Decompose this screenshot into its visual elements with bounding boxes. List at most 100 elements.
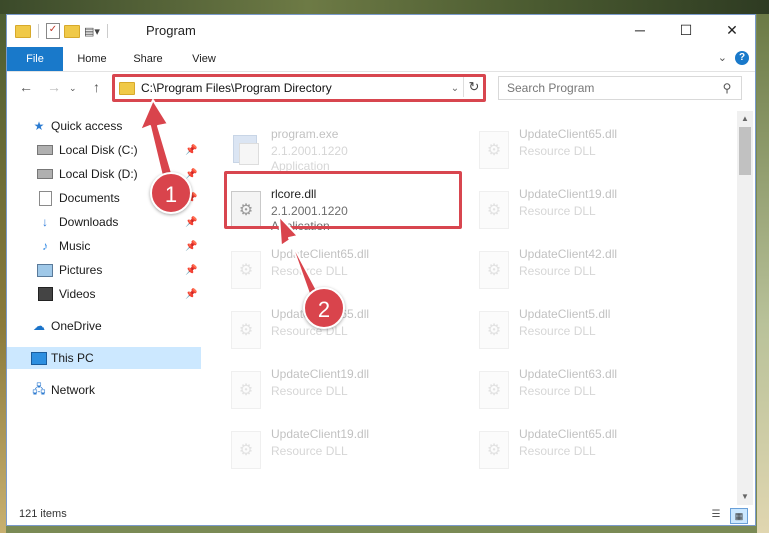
tab-home[interactable]: Home <box>67 47 117 71</box>
computer-icon <box>31 351 47 365</box>
sidebar-item-label: Music <box>59 239 91 253</box>
dll-icon: ⚙ <box>479 251 513 291</box>
file-description: Resource DLL <box>271 264 348 278</box>
sidebar-item-label: Documents <box>59 191 120 205</box>
desktop-background-right <box>757 14 769 533</box>
file-description: Resource DLL <box>271 384 348 398</box>
sidebar-item-label: Quick access <box>51 119 123 133</box>
cloud-icon: ☁ <box>33 319 45 333</box>
dll-icon: ⚙ <box>479 131 513 171</box>
file-description: Resource DLL <box>519 144 596 158</box>
minimize-button[interactable]: ─ <box>617 15 663 45</box>
sidebar-item-label: Pictures <box>59 263 103 277</box>
network-icon: 🖧 <box>32 381 46 396</box>
dll-icon: ⚙ <box>479 191 513 231</box>
music-icon: ♪ <box>42 239 48 253</box>
dll-icon: ⚙ <box>479 311 513 351</box>
sidebar-item-local-disk-c[interactable]: Local Disk (C:) 📌 <box>7 139 201 161</box>
navigation-pane: ★ Quick access Local Disk (C:) 📌 Local D… <box>7 111 201 503</box>
file-version: 2.1.2001.1220 <box>271 144 348 158</box>
sidebar-item-downloads[interactable]: ↓ Downloads 📌 <box>7 211 201 233</box>
file-name: UpdateClient42.dll <box>519 247 618 261</box>
new-folder-icon[interactable] <box>64 24 80 38</box>
step-2-badge: 2 <box>303 287 345 329</box>
scrollbar-thumb[interactable] <box>739 127 751 175</box>
ribbon: File Home Share View ⌄ ? <box>7 47 755 72</box>
file-item[interactable]: ⚙ UpdateClient19.dll Resource DLL <box>225 425 455 481</box>
file-item[interactable]: ⚙ UpdateClient65.dll Resource DLL <box>225 245 455 301</box>
file-item[interactable]: ⚙ UpdateClient65.dll Resource DLL <box>473 425 703 481</box>
file-item[interactable]: ⚙ UpdateClient19.dll Resource DLL <box>225 365 455 421</box>
folder-icon <box>15 24 31 38</box>
pin-icon[interactable]: 📌 <box>185 169 197 180</box>
status-bar: 121 items ☰ ▦ <box>7 505 755 525</box>
customize-toolbar-icon[interactable]: ▤▾ <box>84 25 100 38</box>
dll-icon: ⚙ <box>231 431 265 471</box>
file-item[interactable]: ⚙ UpdateClient19.dll Resource DLL <box>473 185 703 241</box>
forward-arrow-icon[interactable]: → <box>47 79 61 95</box>
pin-icon[interactable]: 📌 <box>185 289 197 300</box>
desktop-background-top <box>0 0 769 14</box>
up-arrow-icon[interactable]: ↑ <box>93 79 100 95</box>
file-name: program.exe <box>271 127 339 141</box>
pin-icon[interactable]: 📌 <box>185 217 197 228</box>
pin-icon[interactable]: 📌 <box>185 241 197 252</box>
dll-icon: ⚙ <box>231 251 265 291</box>
sidebar-item-quick-access[interactable]: ★ Quick access <box>7 115 201 137</box>
file-description: Resource DLL <box>519 444 596 458</box>
search-box[interactable]: Search Program ⚲ <box>498 76 742 100</box>
drive-icon <box>37 143 53 157</box>
close-button[interactable]: ✕ <box>709 15 755 45</box>
file-name: UpdateClient19.dll <box>271 367 370 381</box>
scroll-up-arrow-icon[interactable]: ▲ <box>737 111 753 127</box>
recent-locations-chevron-icon[interactable]: ⌄ <box>69 83 77 94</box>
scroll-down-arrow-icon[interactable]: ▼ <box>737 489 753 505</box>
dll-icon: ⚙ <box>479 431 513 471</box>
properties-icon[interactable]: ✓ <box>46 23 60 39</box>
file-item[interactable]: ⚙ UpdateClient65.dll Resource DLL <box>473 125 703 181</box>
vertical-scrollbar[interactable]: ▲ ▼ <box>737 111 753 505</box>
tab-view[interactable]: View <box>179 47 229 71</box>
tiles-view-icon[interactable]: ▦ <box>730 508 748 524</box>
drive-icon <box>37 167 53 181</box>
help-icon[interactable]: ? <box>735 51 749 65</box>
file-name: UpdateClient19.dll <box>271 427 370 441</box>
file-item[interactable]: ⚙ UpdateClient5.dll Resource DLL <box>473 305 703 361</box>
sidebar-item-music[interactable]: ♪ Music 📌 <box>7 235 201 257</box>
search-icon[interactable]: ⚲ <box>719 81 735 95</box>
sidebar-item-label: Downloads <box>59 215 119 229</box>
expand-ribbon-icon[interactable]: ⌄ <box>718 51 727 64</box>
sidebar-item-label: Local Disk (D:) <box>59 167 138 181</box>
sidebar-item-onedrive[interactable]: ☁ OneDrive <box>7 315 201 337</box>
search-input[interactable]: Search Program <box>507 81 719 95</box>
star-icon: ★ <box>33 119 45 133</box>
sidebar-item-pictures[interactable]: Pictures 📌 <box>7 259 201 281</box>
file-item[interactable]: ⚙ UpdateClient42.dll Resource DLL <box>473 245 703 301</box>
tab-file[interactable]: File <box>7 47 63 71</box>
file-description: Resource DLL <box>519 264 596 278</box>
videos-icon <box>37 287 53 301</box>
sidebar-item-network[interactable]: 🖧 Network <box>7 379 201 401</box>
file-item[interactable]: ⚙ UpdateClient63.dll Resource DLL <box>473 365 703 421</box>
file-explorer-window: ✓ ▤▾ Program ─ ☐ ✕ File Home Share View … <box>6 14 756 526</box>
file-name: UpdateClient65.dll <box>271 247 370 261</box>
file-description: Resource DLL <box>271 324 348 338</box>
sidebar-item-videos[interactable]: Videos 📌 <box>7 283 201 305</box>
pin-icon[interactable]: 📌 <box>185 145 197 156</box>
maximize-button[interactable]: ☐ <box>663 15 709 45</box>
file-name: UpdateClient19.dll <box>519 187 618 201</box>
file-description: Resource DLL <box>519 204 596 218</box>
file-name: UpdateClient65.dll <box>519 427 618 441</box>
file-name: UpdateClient63.dll <box>519 367 618 381</box>
file-name: UpdateClient65.dll <box>519 127 618 141</box>
tab-share[interactable]: Share <box>123 47 173 71</box>
download-icon: ↓ <box>42 215 48 229</box>
details-view-icon[interactable]: ☰ <box>709 509 723 521</box>
window-title: Program <box>146 23 196 38</box>
pictures-icon <box>37 263 53 277</box>
sidebar-item-this-pc[interactable]: This PC <box>7 347 201 369</box>
back-arrow-icon[interactable]: ← <box>19 79 33 95</box>
pin-icon[interactable]: 📌 <box>185 265 197 276</box>
file-description: Resource DLL <box>271 444 348 458</box>
dll-icon: ⚙ <box>231 311 265 351</box>
